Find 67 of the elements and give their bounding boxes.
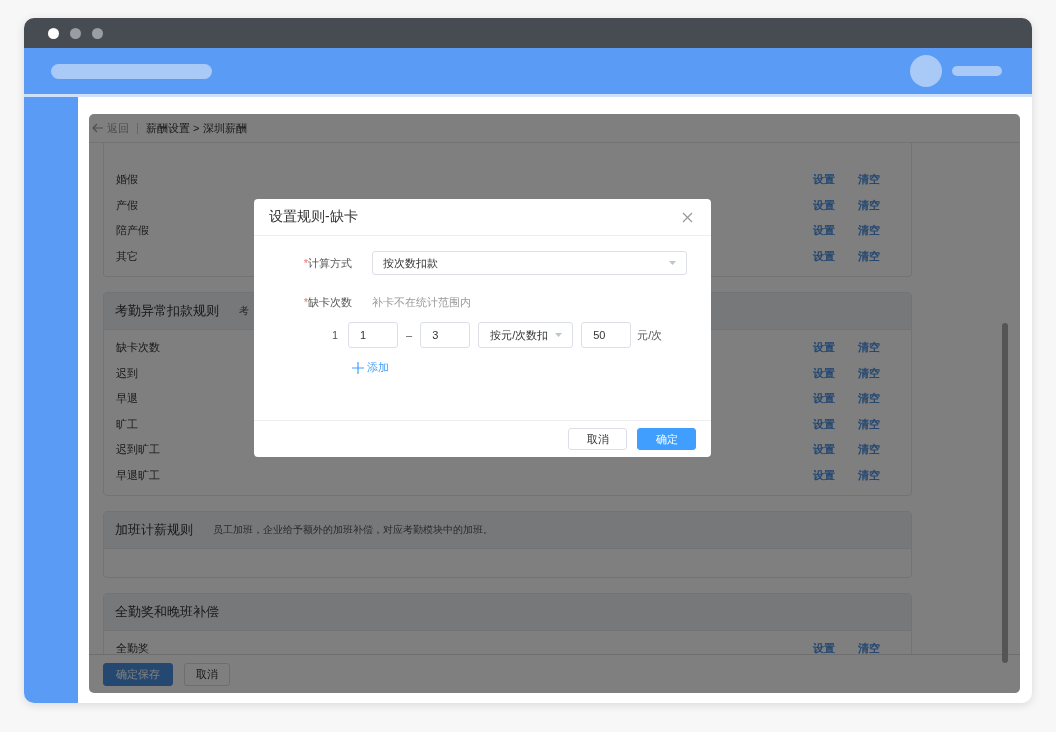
section-title: 全勤奖和晚班补偿 <box>115 603 219 621</box>
plus-icon <box>352 361 364 374</box>
window-dot <box>92 27 103 39</box>
action-link[interactable]: 设置 <box>813 248 835 264</box>
window-dot <box>48 27 59 39</box>
field-label: *缺卡次数 <box>302 294 352 310</box>
action-link[interactable]: 清空 <box>858 248 880 264</box>
from-input[interactable]: 1 <box>348 322 398 348</box>
action-link[interactable]: 清空 <box>858 197 880 213</box>
breadcrumb-path: 薪酬设置 > 深圳薪酬 <box>146 120 247 136</box>
rule-label: 迟到旷工 <box>116 442 160 458</box>
rule-label: 陪产假 <box>116 223 149 239</box>
save-button[interactable]: 确定保存 <box>103 662 173 686</box>
action-link[interactable]: 清空 <box>858 416 880 432</box>
rule-label: 迟到 <box>116 365 138 381</box>
rule-label: 早退 <box>116 391 138 407</box>
section-title: 加班计薪规则 <box>115 521 193 539</box>
field-hint: 补卡不在统计范围内 <box>372 294 471 310</box>
tier-number: 1 <box>332 329 340 341</box>
action-link[interactable]: 清空 <box>858 467 880 483</box>
add-link[interactable]: 添加 <box>352 360 389 375</box>
rule-label: 其它 <box>116 248 138 264</box>
action-link[interactable]: 清空 <box>858 172 880 188</box>
action-link[interactable]: 设置 <box>813 442 835 458</box>
caret-icon <box>555 333 563 337</box>
cancel-button[interactable]: 取消 <box>184 662 230 686</box>
action-link[interactable]: 设置 <box>813 223 835 239</box>
window-dot <box>70 27 81 39</box>
action-link[interactable]: 清空 <box>858 641 880 654</box>
action-link[interactable]: 清空 <box>858 365 880 381</box>
amount-input[interactable]: 50 <box>581 322 632 348</box>
cancel-button[interactable]: 取消 <box>568 428 627 450</box>
scrollbar[interactable] <box>1002 323 1008 663</box>
section-description: 考 <box>239 304 249 318</box>
action-link[interactable]: 清空 <box>858 391 880 407</box>
rule-label: 旷工 <box>116 416 138 432</box>
action-link[interactable]: 设置 <box>813 172 835 188</box>
action-link[interactable]: 设置 <box>813 365 835 381</box>
action-link[interactable]: 设置 <box>813 641 835 654</box>
action-link[interactable]: 设置 <box>813 416 835 432</box>
avatar[interactable] <box>910 55 942 87</box>
rule-label: 缺卡次数 <box>116 340 160 356</box>
action-link[interactable]: 清空 <box>858 340 880 356</box>
unit-label: 元/次 <box>637 327 663 343</box>
to-input[interactable]: 3 <box>420 322 471 348</box>
rule-label: 全勤奖 <box>116 641 149 654</box>
action-link[interactable]: 设置 <box>813 197 835 213</box>
dialog-title: 设置规则-缺卡 <box>269 208 358 226</box>
field-label: *计算方式 <box>302 255 352 271</box>
rule-label: 婚假 <box>116 172 138 188</box>
action-link[interactable]: 清空 <box>858 442 880 458</box>
action-link[interactable]: 设置 <box>813 391 835 407</box>
confirm-button[interactable]: 确定 <box>637 428 696 450</box>
rule-label: 早退旷工 <box>116 467 160 483</box>
action-link[interactable]: 设置 <box>813 467 835 483</box>
rule-label: 产假 <box>116 197 138 213</box>
range-dash: – <box>406 329 413 341</box>
user-placeholder <box>952 66 1002 76</box>
action-link[interactable]: 清空 <box>858 223 880 239</box>
back-arrow-icon <box>92 123 104 133</box>
mode-select[interactable]: 按元/次数扣 <box>478 322 574 348</box>
action-link[interactable]: 设置 <box>813 340 835 356</box>
section-description: 员工加班，企业给予额外的加班补偿，对应考勤模块中的加班。 <box>213 523 493 537</box>
method-select[interactable]: 按次数扣款 <box>372 251 687 275</box>
caret-icon <box>669 261 676 265</box>
close-icon[interactable] <box>682 211 693 223</box>
section-title: 考勤异常扣款规则 <box>115 302 219 320</box>
